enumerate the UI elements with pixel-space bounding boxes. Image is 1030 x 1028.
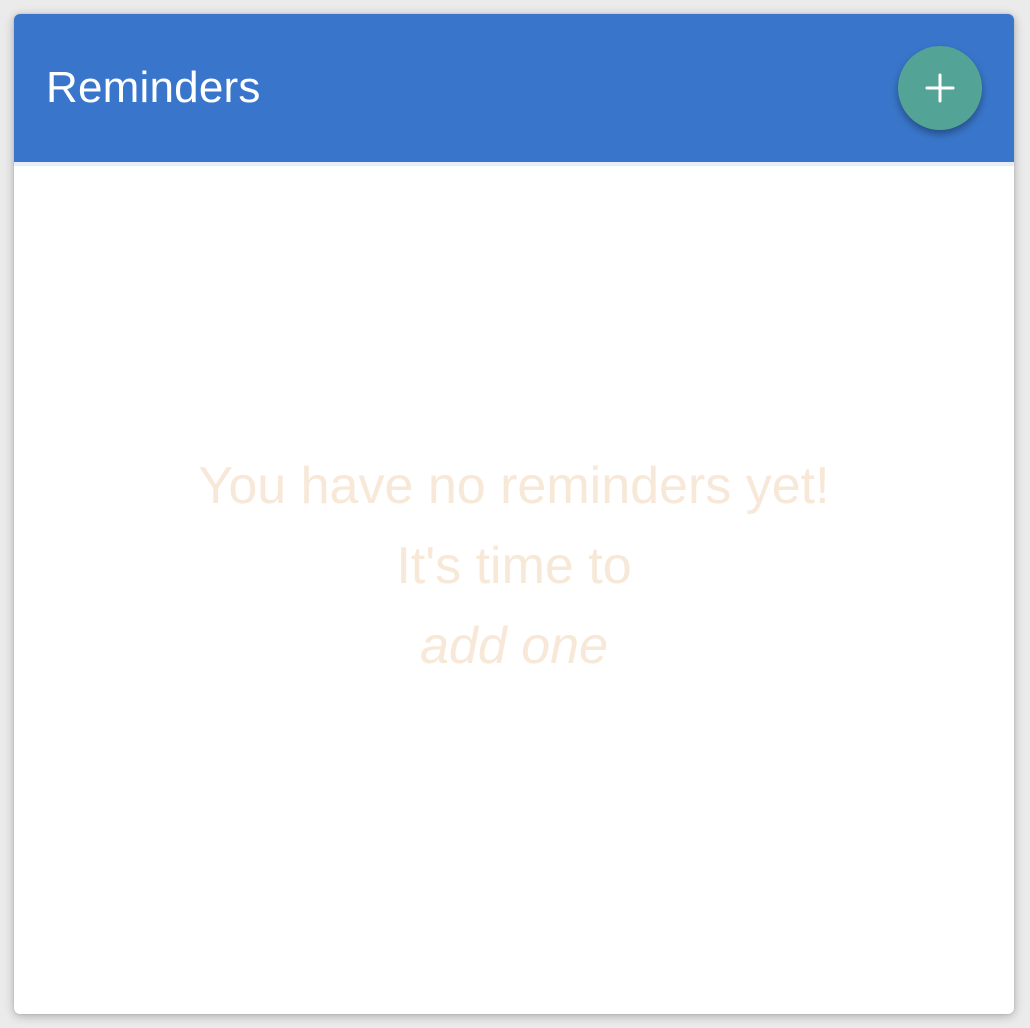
- add-one-link[interactable]: add one: [420, 606, 608, 686]
- empty-state: You have no reminders yet! It's time to …: [14, 446, 1014, 686]
- add-reminder-button[interactable]: [898, 46, 982, 130]
- page-title: Reminders: [46, 63, 261, 112]
- empty-state-message: You have no reminders yet!: [198, 457, 830, 515]
- empty-state-prompt: It's time to: [396, 537, 632, 595]
- app-header: Reminders: [14, 14, 1014, 166]
- plus-icon: [925, 73, 955, 103]
- reminders-card: Reminders You have no reminders yet! It'…: [14, 14, 1014, 1014]
